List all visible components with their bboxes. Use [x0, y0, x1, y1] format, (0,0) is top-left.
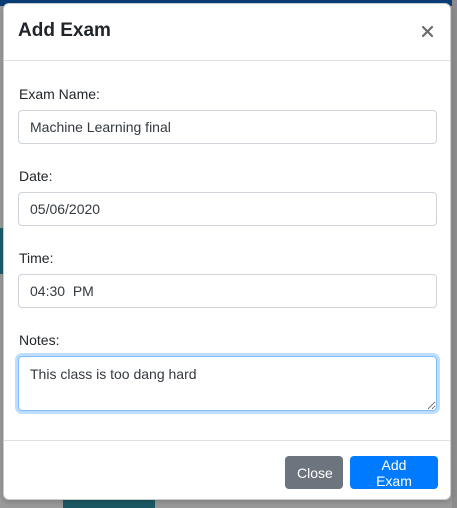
close-icon[interactable] — [418, 19, 438, 43]
modal-header: Add Exam — [4, 4, 450, 61]
modal-footer: Close Add Exam — [4, 440, 450, 500]
exam-name-label: Exam Name: — [19, 86, 100, 102]
date-label: Date: — [19, 168, 53, 184]
time-label: Time: — [19, 250, 54, 266]
add-exam-modal: Add Exam Exam Name: Date: Time: Notes: T… — [3, 3, 451, 500]
add-exam-button[interactable]: Add Exam — [350, 456, 438, 489]
time-input[interactable] — [18, 274, 437, 308]
backdrop-element — [63, 500, 155, 508]
exam-name-input[interactable] — [18, 110, 437, 144]
modal-title: Add Exam — [18, 20, 111, 41]
notes-textarea[interactable]: This class is too dang hard — [18, 356, 437, 411]
close-button[interactable]: Close — [285, 456, 343, 489]
backdrop-scrollbar — [452, 0, 457, 508]
notes-label: Notes: — [19, 332, 60, 348]
date-input[interactable] — [18, 192, 437, 226]
